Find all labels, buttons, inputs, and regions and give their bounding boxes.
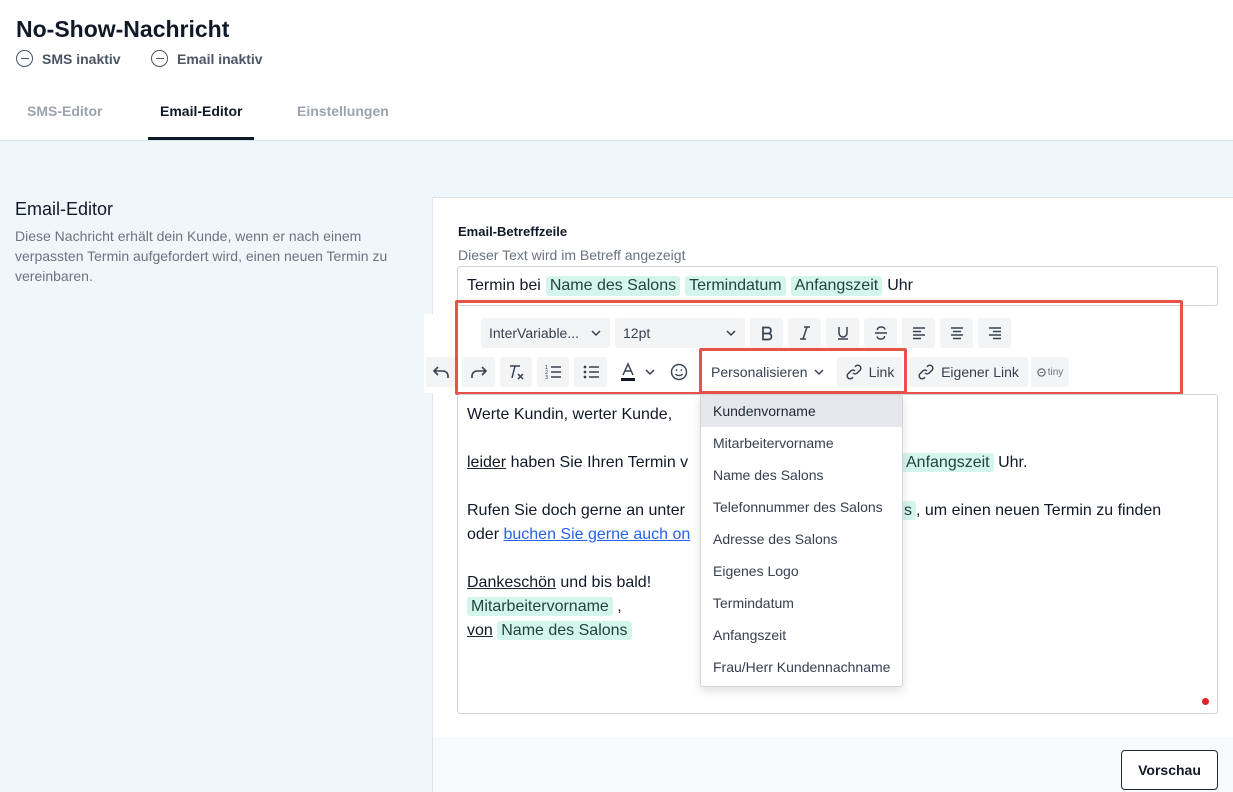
tab-settings[interactable]: Einstellungen xyxy=(297,103,389,119)
emoji-icon xyxy=(670,363,688,381)
chevron-down-icon xyxy=(645,369,655,376)
undo-icon xyxy=(432,366,449,378)
menu-item-start-time[interactable]: Anfangszeit xyxy=(701,619,902,651)
numbered-list-icon: 123 xyxy=(545,365,561,381)
editor-line-7: von Name des Salons xyxy=(467,621,632,640)
email-status-label: Email inaktiv xyxy=(177,50,263,67)
menu-item-salon-phone[interactable]: Telefonnummer des Salons xyxy=(701,491,902,523)
chevron-down-icon xyxy=(726,330,736,337)
subject-tag-time: Anfangszeit xyxy=(790,276,883,296)
subject-tag-salon: Name des Salons xyxy=(545,276,681,296)
editor-line-5: Dankeschön und bis bald! xyxy=(467,574,652,591)
editor-line-3-tail: s, um einen neuen Termin zu finden xyxy=(902,501,1162,520)
section-title: Email-Editor xyxy=(15,199,114,219)
emoji-button[interactable] xyxy=(664,357,694,387)
sms-status-label: SMS inaktiv xyxy=(42,50,121,67)
status-dot xyxy=(1202,698,1209,705)
align-right-icon xyxy=(988,327,1001,340)
strikethrough-icon xyxy=(874,326,887,340)
bullet-list-button[interactable] xyxy=(574,357,607,387)
section-description: Diese Nachricht erhält dein Kunde, wenn … xyxy=(15,228,388,284)
font-family-value: InterVariable... xyxy=(489,325,580,341)
bold-button[interactable] xyxy=(750,318,783,348)
subject-label: Email-Betreffzeile xyxy=(458,224,568,239)
undo-button[interactable] xyxy=(426,357,456,387)
custom-link-label: Eigener Link xyxy=(941,364,1019,380)
subject-suffix: Uhr xyxy=(887,277,913,294)
tiny-logo-icon xyxy=(1036,367,1046,377)
custom-link-button[interactable]: Eigener Link xyxy=(908,357,1028,387)
numbered-list-button[interactable]: 123 xyxy=(537,357,569,387)
editor-line-2: leider haben Sie Ihren Termin v xyxy=(467,454,689,471)
align-center-icon xyxy=(950,327,963,340)
subject-prefix: Termin bei xyxy=(467,277,541,294)
tiny-branding[interactable]: tiny xyxy=(1031,357,1069,387)
link-icon xyxy=(918,364,934,380)
editor-line-4: oder buchen Sie gerne auch on xyxy=(467,526,691,543)
underline-button[interactable] xyxy=(826,318,859,348)
subject-hint: Dieser Text wird im Betreff angezeigt xyxy=(458,247,686,263)
chevron-down-icon xyxy=(814,369,824,376)
editor-line-3: Rufen Sie doch gerne an unter xyxy=(467,502,685,519)
minus-circle-icon xyxy=(16,50,33,67)
menu-item-kundenvorname[interactable]: Kundenvorname xyxy=(701,395,902,427)
align-right-button[interactable] xyxy=(978,318,1011,348)
strikethrough-button[interactable] xyxy=(864,318,897,348)
link-button[interactable]: Link xyxy=(837,357,902,387)
italic-icon xyxy=(799,326,810,340)
bold-icon xyxy=(761,326,772,341)
menu-item-logo[interactable]: Eigenes Logo xyxy=(701,555,902,587)
font-size-value: 12pt xyxy=(623,325,651,341)
redo-button[interactable] xyxy=(462,357,495,387)
preview-button[interactable]: Vorschau xyxy=(1121,750,1218,790)
editor-line-2-tail: Anfangszeit Uhr. xyxy=(902,453,1027,472)
active-tab-indicator xyxy=(148,137,254,140)
page-header: No-Show-Nachricht SMS inaktiv Email inak… xyxy=(0,0,1233,141)
personalize-menu: Kundenvorname Mitarbeitervorname Name de… xyxy=(700,394,903,687)
panel-footer xyxy=(433,737,1233,792)
booking-link[interactable]: buchen Sie gerne auch on xyxy=(503,526,690,543)
chevron-down-icon xyxy=(591,330,601,337)
link-icon xyxy=(846,364,862,380)
text-color-button[interactable] xyxy=(612,357,662,387)
tiny-label: tiny xyxy=(1047,366,1064,378)
minus-circle-icon xyxy=(151,50,168,67)
page-title: No-Show-Nachricht xyxy=(16,16,230,42)
link-label: Link xyxy=(868,364,895,380)
align-center-button[interactable] xyxy=(940,318,973,348)
clear-formatting-button[interactable] xyxy=(500,357,532,387)
menu-item-mitarbeitervorname[interactable]: Mitarbeitervorname xyxy=(701,427,902,459)
tab-email-editor[interactable]: Email-Editor xyxy=(160,103,242,119)
personalize-dropdown[interactable]: Personalisieren xyxy=(703,357,833,387)
bullet-list-icon xyxy=(583,365,599,379)
align-left-button[interactable] xyxy=(902,318,935,348)
redo-icon xyxy=(470,366,487,378)
font-family-select[interactable]: InterVariable... xyxy=(481,318,610,348)
svg-text:3: 3 xyxy=(545,375,548,381)
underline-icon xyxy=(837,327,848,340)
menu-item-salutation-lastname[interactable]: Frau/Herr Kundennachname xyxy=(701,651,902,683)
align-left-icon xyxy=(912,327,925,340)
personalize-label: Personalisieren xyxy=(711,364,808,380)
subject-tag-date: Termindatum xyxy=(685,276,786,296)
editor-line-greeting: Werte Kundin, werter Kunde, xyxy=(467,406,673,423)
clear-formatting-icon xyxy=(510,365,524,380)
tab-sms-editor[interactable]: SMS-Editor xyxy=(27,103,102,119)
text-color-icon xyxy=(621,362,635,381)
sms-status: SMS inaktiv xyxy=(16,50,121,67)
editor-line-6: Mitarbeitervorname , xyxy=(467,597,622,616)
font-size-select[interactable]: 12pt xyxy=(615,318,745,348)
menu-item-salon-name[interactable]: Name des Salons xyxy=(701,459,902,491)
menu-item-date[interactable]: Termindatum xyxy=(701,587,902,619)
email-status: Email inaktiv xyxy=(151,50,263,67)
subject-input[interactable]: Termin bei Name des Salons Termindatum A… xyxy=(457,266,1218,306)
menu-item-salon-address[interactable]: Adresse des Salons xyxy=(701,523,902,555)
italic-button[interactable] xyxy=(788,318,821,348)
